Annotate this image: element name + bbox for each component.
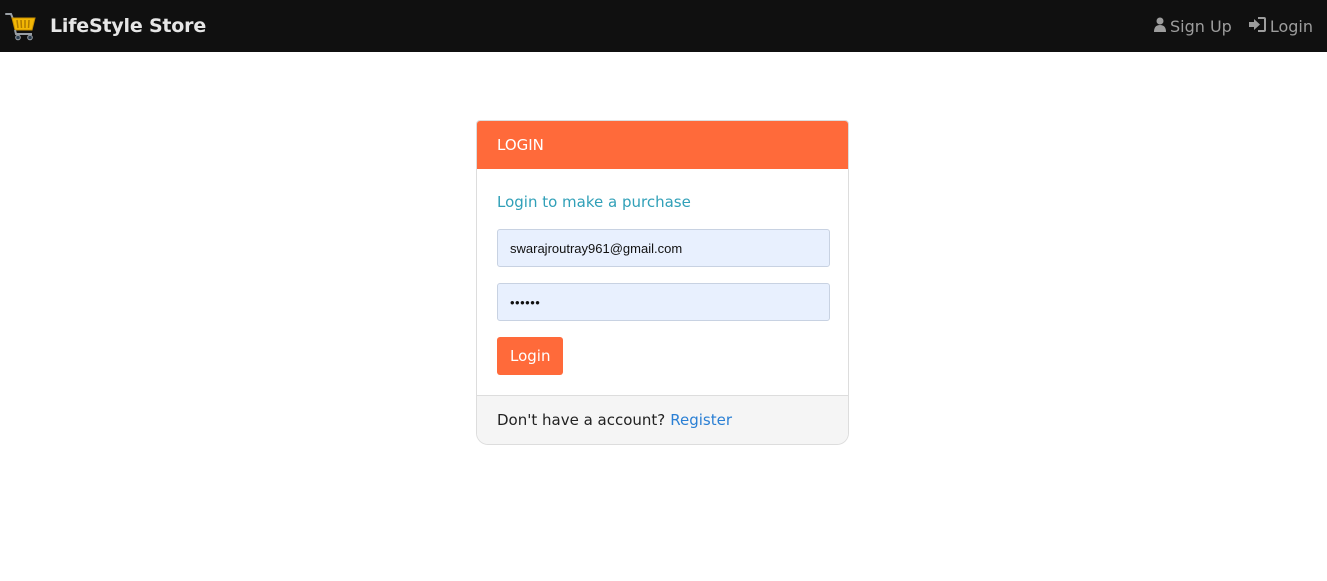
brand-link[interactable]: LifeStyle Store — [0, 0, 206, 52]
login-submit-button[interactable]: Login — [497, 337, 564, 375]
email-field[interactable] — [497, 229, 830, 267]
footer-text: Don't have a account? — [497, 411, 666, 429]
sign-up-label: Sign Up — [1169, 16, 1232, 36]
login-panel-footer: Don't have a account? Register — [477, 395, 848, 444]
login-panel: LOGIN Login to make a purchase Login Don… — [476, 120, 849, 445]
sign-in-icon — [1248, 16, 1266, 36]
login-link[interactable]: Login — [1248, 16, 1313, 36]
brand-name: LifeStyle Store — [50, 15, 207, 37]
sign-up-link[interactable]: Sign Up — [1153, 16, 1232, 36]
register-link[interactable]: Register — [670, 411, 732, 429]
login-panel-header: LOGIN — [477, 121, 848, 169]
top-navbar: LifeStyle Store Sign Up Login — [0, 0, 1327, 52]
user-icon — [1153, 17, 1166, 36]
shopping-cart-icon — [5, 11, 37, 41]
login-nav-label: Login — [1269, 16, 1313, 36]
password-field[interactable] — [497, 283, 830, 321]
login-subtitle: Login to make a purchase — [497, 193, 691, 211]
login-panel-body: Login to make a purchase Login — [477, 169, 848, 395]
navbar-right-links: Sign Up Login — [1138, 0, 1327, 52]
